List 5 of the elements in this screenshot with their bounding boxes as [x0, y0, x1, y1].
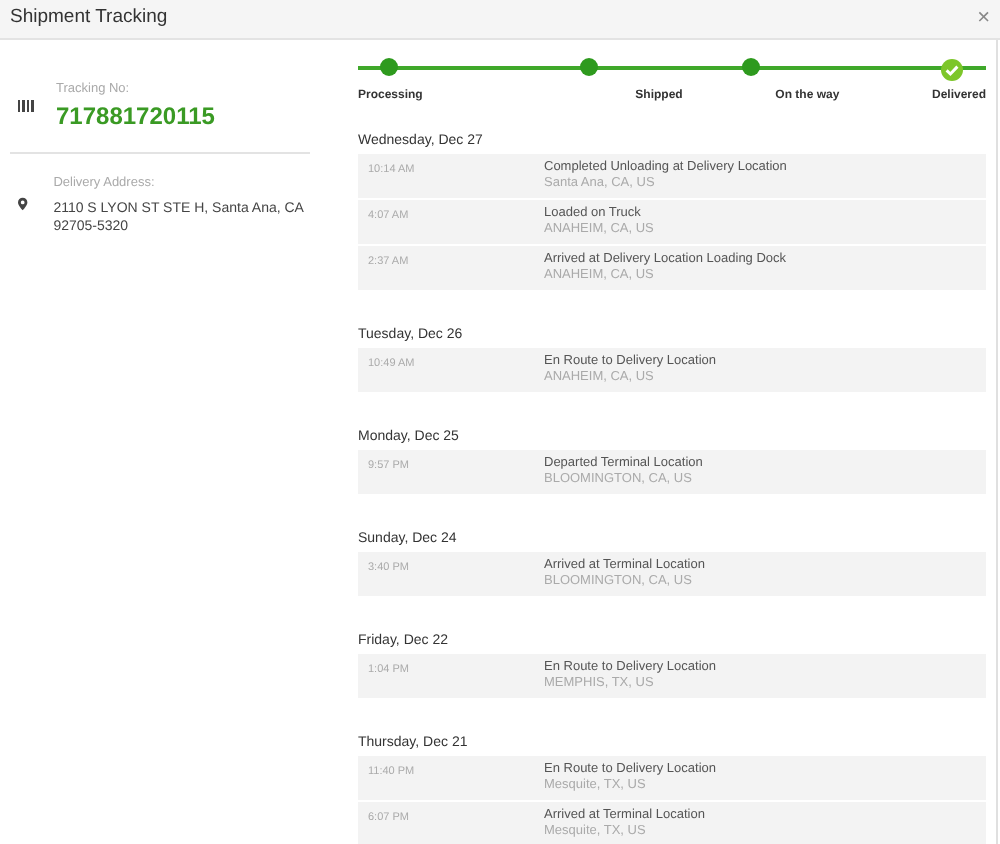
close-button[interactable]: ×	[977, 8, 990, 30]
location-pin-icon	[18, 195, 28, 212]
barcode-icon	[18, 99, 34, 112]
tracking-number: 717881720115	[56, 99, 215, 132]
window-title: Shipment Tracking	[10, 4, 168, 33]
